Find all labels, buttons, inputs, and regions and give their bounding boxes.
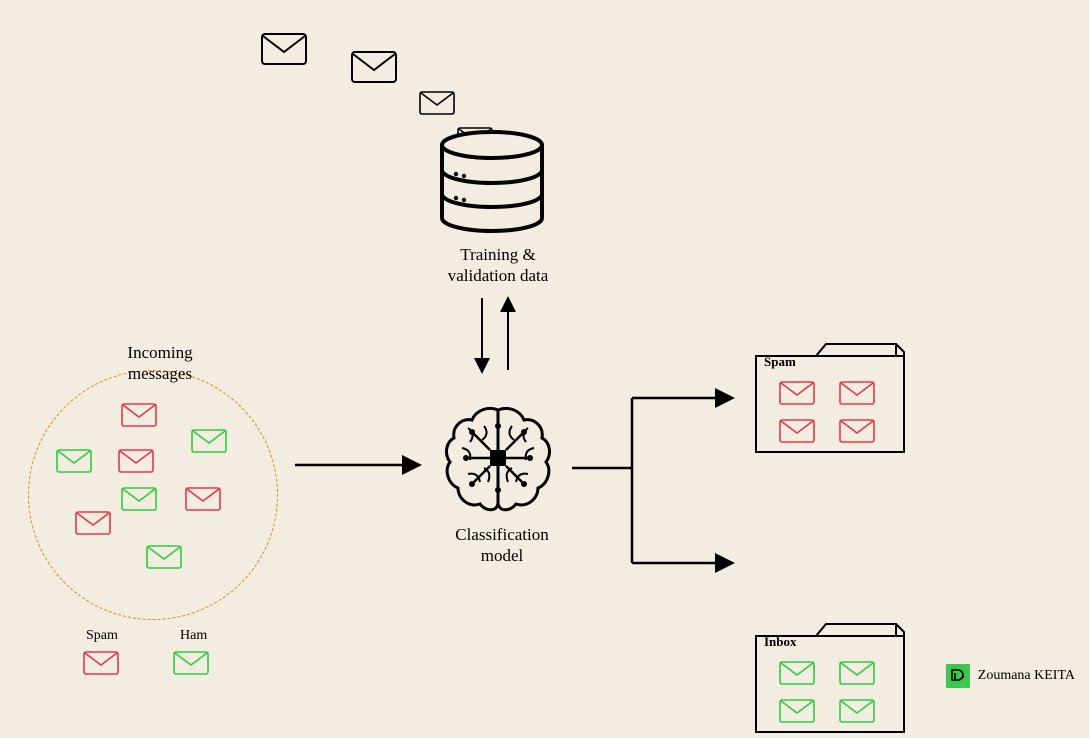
arrow-right-icon (295, 455, 425, 475)
spam-folder-label: Spam (764, 354, 796, 370)
training-data-label: Training & validation data (428, 244, 568, 287)
envelope-icon (260, 30, 308, 68)
envelope-spam-icon (184, 484, 222, 514)
spam-folder: Spam (750, 338, 1089, 458)
legend-spam-label: Spam (86, 628, 118, 644)
envelope-ham-icon (120, 484, 158, 514)
arrow-up-icon (498, 296, 518, 376)
envelope-spam-icon (74, 508, 112, 538)
arrow-branch-icon (572, 368, 742, 588)
credit-name: Zoumana KEITA (978, 668, 1075, 684)
inbox-folder-label: Inbox (764, 634, 797, 650)
envelope-spam-icon (778, 416, 816, 446)
envelope-ham-icon (190, 426, 228, 456)
brain-icon (438, 398, 558, 523)
envelope-spam-icon (778, 378, 816, 408)
envelope-icon (350, 48, 398, 86)
envelope-ham-icon (778, 658, 816, 688)
envelope-spam-icon (117, 446, 155, 476)
envelope-ham-icon (145, 542, 183, 572)
envelope-ham-icon (778, 696, 816, 726)
envelope-spam-icon (82, 648, 120, 678)
envelope-spam-icon (838, 416, 876, 446)
classification-model-label: Classification model (432, 524, 572, 567)
envelope-ham-icon (172, 648, 210, 678)
envelope-ham-icon (838, 696, 876, 726)
envelope-spam-icon (120, 400, 158, 430)
credit: Zoumana KEITA (946, 664, 1075, 688)
envelope-ham-icon (55, 446, 93, 476)
envelope-ham-icon (838, 658, 876, 688)
envelope-icon (418, 88, 456, 118)
dc-logo-icon (946, 664, 970, 688)
database-icon (432, 130, 552, 245)
arrow-down-icon (472, 296, 492, 376)
envelope-spam-icon (838, 378, 876, 408)
incoming-messages-label: Incoming messages (100, 342, 220, 385)
legend-ham-label: Ham (180, 628, 207, 644)
